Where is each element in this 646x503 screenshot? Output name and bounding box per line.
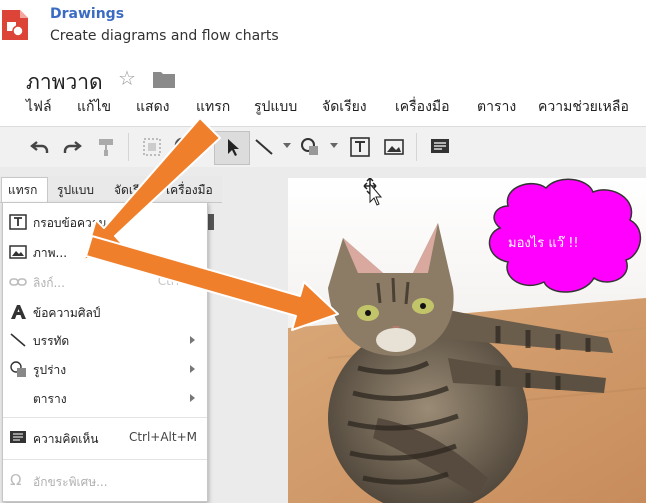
textbox-icon[interactable] — [348, 135, 372, 159]
menu-arrange[interactable]: จัดเรียง — [322, 96, 367, 118]
panel-tabs: แทรก รูปแบบ จัดเรียง เครื่องมือ — [0, 176, 222, 203]
omega-icon: Ω — [10, 471, 22, 489]
image-icon[interactable] — [382, 135, 406, 159]
zoom-icon[interactable] — [172, 135, 196, 159]
menu-item-word-art[interactable]: ข้อความศิลป์ — [3, 299, 207, 325]
menu-separator — [3, 459, 207, 460]
menu-item-label: ความคิดเห็น — [33, 432, 99, 446]
menu-separator — [3, 417, 207, 418]
redo-icon[interactable] — [60, 135, 84, 159]
paint-format-icon[interactable] — [94, 135, 118, 159]
menu-item-table[interactable]: ตาราง — [3, 385, 207, 411]
menu-item-label: ตาราง — [33, 392, 67, 406]
line-dropdown-icon[interactable] — [283, 143, 291, 149]
bubble-text[interactable]: มองไร แว๊ !! — [508, 232, 579, 253]
insert-menu: กรอบข้อความ ภาพ... ลิงก์... Ctrl+K ข้อคว… — [2, 202, 208, 502]
menu-item-special-chars[interactable]: Ω อักขระพิเศษ... — [3, 468, 207, 494]
menu-insert[interactable]: แทรก — [196, 96, 230, 118]
document-title[interactable]: ภาพวาด — [26, 66, 103, 99]
cat-photo[interactable] — [288, 178, 646, 503]
tab-arrange[interactable]: จัดเรียง — [114, 181, 152, 200]
menu-edit[interactable]: แก้ไข — [77, 96, 111, 118]
shape-icon — [10, 361, 26, 377]
app-subtitle: Create diagrams and flow charts — [50, 28, 279, 44]
menu-item-line[interactable]: บรรทัด — [3, 327, 207, 353]
image-icon — [9, 245, 27, 259]
menu-file[interactable]: ไฟล์ — [26, 96, 52, 118]
menu-item-label: บรรทัด — [33, 334, 70, 348]
menu-item-shortcut: Ctrl+K — [157, 274, 197, 288]
select-frame-icon[interactable] — [140, 135, 164, 159]
link-icon — [9, 278, 27, 286]
folder-icon[interactable] — [153, 70, 175, 88]
menu-item-label: ภาพ... — [33, 246, 68, 260]
comment-icon[interactable] — [428, 135, 452, 159]
menu-item-shape[interactable]: รูปร่าง — [3, 356, 207, 382]
shape-icon[interactable] — [298, 135, 322, 159]
menu-view[interactable]: แสดง — [136, 96, 170, 118]
line-icon[interactable] — [252, 135, 276, 159]
menu-item-image[interactable]: ภาพ... — [3, 239, 207, 265]
star-icon[interactable]: ☆ — [118, 66, 136, 90]
drawings-logo-icon — [2, 10, 28, 40]
app-name[interactable]: Drawings — [50, 6, 124, 22]
submenu-arrow-icon — [190, 394, 195, 402]
menu-help[interactable]: ความช่วยเหลือ — [538, 96, 629, 118]
menu-item-label: ข้อความศิลป์ — [33, 306, 101, 320]
line-icon — [10, 333, 26, 347]
menu-item-label: อักขระพิเศษ... — [33, 475, 108, 489]
menu-item-link[interactable]: ลิงก์... Ctrl+K — [3, 269, 207, 295]
tab-tools[interactable]: เครื่องมือ — [166, 181, 213, 200]
submenu-arrow-icon — [190, 336, 195, 344]
select-cursor-icon[interactable] — [220, 135, 244, 159]
menu-item-comment[interactable]: ความคิดเห็น Ctrl+Alt+M — [3, 425, 207, 451]
submenu-arrow-icon — [190, 365, 195, 373]
menu-table[interactable]: ตาราง — [477, 96, 516, 118]
shape-dropdown-icon[interactable] — [330, 143, 338, 149]
menu-item-label: กรอบข้อความ — [33, 216, 107, 230]
tab-format[interactable]: รูปแบบ — [57, 181, 94, 200]
menu-format[interactable]: รูปแบบ — [254, 96, 297, 118]
textbox-icon — [9, 214, 27, 230]
menu-item-label: ลิงก์... — [33, 276, 65, 290]
menu-item-shortcut: Ctrl+Alt+M — [128, 430, 197, 444]
menu-tools[interactable]: เครื่องมือ — [395, 96, 450, 118]
undo-icon[interactable] — [28, 135, 52, 159]
menu-item-label: รูปร่าง — [33, 363, 67, 377]
tab-insert[interactable]: แทรก — [8, 181, 37, 200]
menubar: ไฟล์ แก้ไข แสดง แทรก รูปแบบ จัดเรียง เคร… — [0, 96, 646, 120]
menu-item-textbox[interactable]: กรอบข้อความ — [3, 209, 207, 235]
word-art-icon — [11, 305, 26, 319]
comment-icon — [10, 431, 26, 443]
toolbar — [0, 126, 646, 168]
